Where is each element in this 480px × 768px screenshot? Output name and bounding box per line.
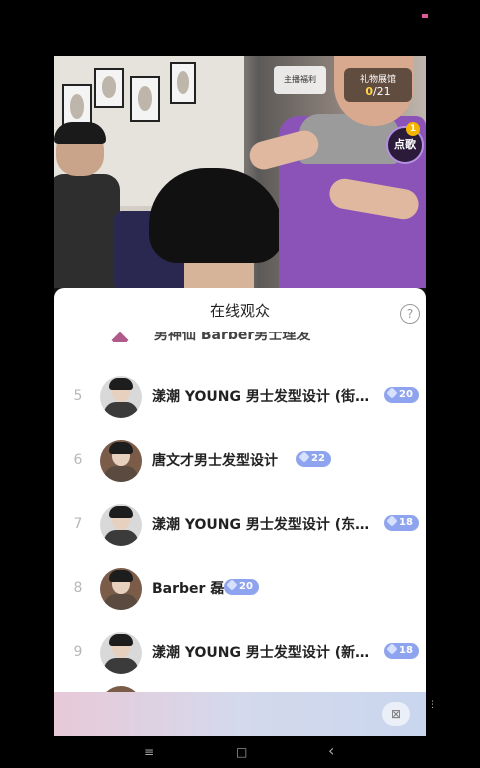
gift-total: /21 [372,85,391,98]
partial-viewer-name: 男神仙 Barber男士理发 [154,332,311,342]
viewer-name: 漾潮 YOUNG 男士发型设计 (新… [152,645,370,661]
viewer-rank: 5 [73,388,83,404]
avatar[interactable] [100,376,142,418]
viewer-name: Barber 磊 [152,581,225,597]
song-request-badge: 1 [406,122,420,136]
avatar[interactable] [100,632,142,674]
level-badge: 20 [224,579,259,595]
list-item[interactable]: 9 漾潮 YOUNG 男士发型设计 (新… 18 [54,622,426,686]
status-indicator [422,14,428,18]
list-item[interactable]: 5 漾潮 YOUNG 男士发型设计 (街… 20 [54,366,426,430]
viewer-rank: 7 [73,516,83,532]
wall-portrait [170,62,196,104]
viewer-name: 漾潮 YOUNG 男士发型设计 (街… [152,389,370,405]
diamond-icon [298,451,310,463]
panel-title: 在线观众 [209,302,270,320]
customer [149,168,284,288]
help-icon[interactable]: ? [400,304,420,324]
wall-portrait [94,68,124,108]
viewer-name: 漾潮 YOUNG 男士发型设计 (东… [152,517,370,533]
wall-portrait [130,76,160,122]
list-item[interactable]: 8 Barber 磊 20 [54,558,426,622]
level-value: 20 [399,389,413,400]
bottom-input-bar[interactable]: ⊠ [54,692,426,736]
gift-current: 0 [365,85,373,98]
live-stream-screen: 主播福利 礼物展馆 0/21 点歌 1 在线观众 ? 男神仙 Barber男士理… [54,56,426,736]
list-item-partial[interactable]: 男神仙 Barber男士理发 [54,332,426,342]
gift-gallery[interactable]: 礼物展馆 0/21 [344,68,412,102]
level-value: 20 [239,581,253,592]
gift-toggle-icon[interactable]: ⊠ [382,702,410,726]
level-value: 18 [399,517,413,528]
back-icon[interactable]: ‹ [328,741,334,760]
list-item[interactable]: 7 漾潮 YOUNG 男士发型设计 (东… 18 [54,494,426,558]
gift-gallery-count: 0/21 [344,85,412,98]
level-badge: 22 [296,451,331,467]
diamond-icon [386,643,398,655]
home-icon[interactable]: □ [236,745,247,759]
level-badge: 18 [384,515,419,531]
live-video[interactable]: 主播福利 礼物展馆 0/21 点歌 1 [54,56,426,288]
online-audience-panel: 在线观众 ? 男神仙 Barber男士理发 5 漾潮 YOUNG 男士发型设计 … [54,288,426,736]
promo-bubble[interactable]: 主播福利 [274,66,326,94]
menu-icon[interactable]: ≡ [144,745,154,759]
viewer-rank: 9 [73,644,83,660]
system-nav-bar: ≡ □ ‹ [0,738,480,768]
avatar[interactable] [100,568,142,610]
level-badge: 20 [384,387,419,403]
level-badge: 18 [384,643,419,659]
gift-gallery-title: 礼物展馆 [359,75,396,85]
avatar[interactable] [100,504,142,546]
level-value: 22 [311,453,325,464]
viewer-name: 唐文才男士发型设计 [152,453,278,469]
viewer-rank: 6 [73,452,83,468]
avatar[interactable] [100,440,142,482]
diamond-icon [226,579,238,591]
diamond-icon [386,387,398,399]
side-handle-icon[interactable]: ⋮ [428,700,438,720]
diamond-icon [386,515,398,527]
viewer-rank: 8 [73,580,83,596]
level-value: 18 [399,645,413,656]
list-item[interactable]: 6 唐文才男士发型设计 22 [54,430,426,494]
rank-medal-icon [111,332,129,342]
